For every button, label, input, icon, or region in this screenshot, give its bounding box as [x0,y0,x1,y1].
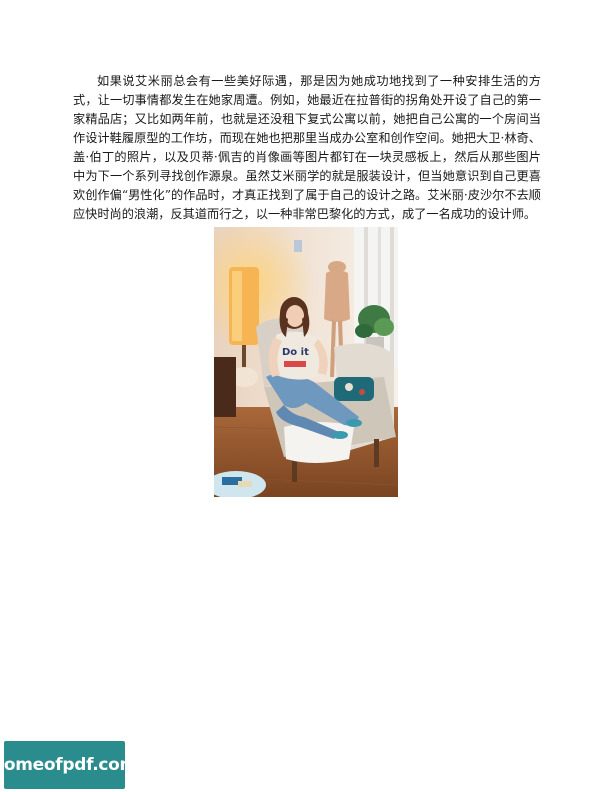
watermark-badge[interactable]: homeofpdf.com [0,741,137,789]
watermark-text: homeofpdf.com [0,755,137,775]
shirt-print: Do it [282,347,309,358]
body-paragraph: 如果说艾米丽总会有一些美好际遇，那是因为她成功地找到了一种安排生活的方式，让一切… [73,74,541,221]
interior-photo: Do it [214,227,398,497]
